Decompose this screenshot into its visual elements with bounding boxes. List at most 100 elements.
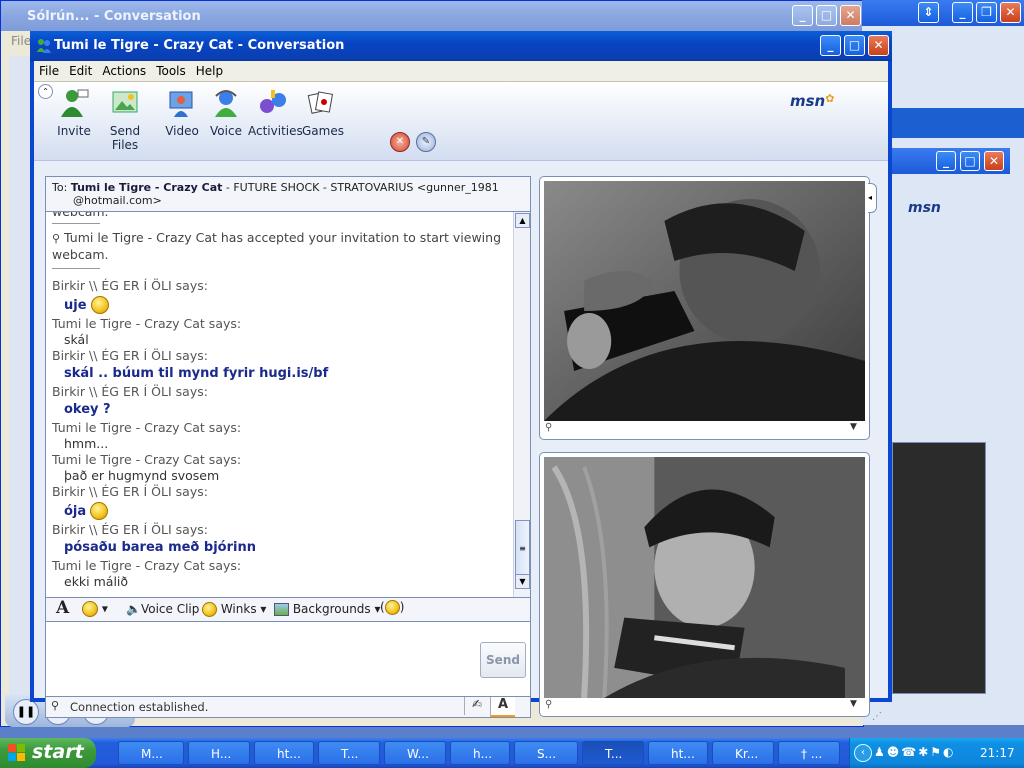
typing-tab[interactable]: A <box>490 697 515 717</box>
video-label: Video <box>165 124 199 138</box>
partial-line: webcam. <box>52 211 109 219</box>
collapse-toolbar-icon[interactable]: ⌃ <box>38 84 53 99</box>
message-text: það er hugmynd svosem <box>64 468 220 483</box>
menu-actions[interactable]: Actions <box>97 61 151 78</box>
speaker-line: Birkir \\ ÉG ER Í ÖLI says: <box>52 384 208 399</box>
winks-icon <box>202 602 217 617</box>
tray-expand-icon[interactable]: ‹ <box>854 744 872 762</box>
invite-icon <box>61 89 89 117</box>
emoticon-icon <box>82 601 98 617</box>
send-files-icon <box>112 91 138 113</box>
vertical-scrollbar[interactable]: ▲ ≡ ▼ <box>513 212 530 621</box>
to-contact-email: @hotmail.com> <box>73 194 162 207</box>
handwriting-tab[interactable]: ✍ <box>464 697 489 715</box>
window-title: Tumi le Tigre - Crazy Cat - Conversation <box>54 38 345 53</box>
nudge-icon <box>384 600 400 615</box>
taskbar-item[interactable]: ht... <box>648 741 708 765</box>
invite-label: Invite <box>57 124 91 138</box>
bg-window-title: Sólrún... - Conversation <box>27 9 201 24</box>
menu-help[interactable]: Help <box>191 61 228 78</box>
taskbar-item[interactable]: H... <box>188 741 250 765</box>
games-icon <box>307 91 334 114</box>
webcam-menu-arrow[interactable]: ▼ <box>850 422 857 432</box>
conversation-window[interactable]: Tumi le Tigre - Crazy Cat - Conversation… <box>30 31 892 722</box>
collapse-side-arrow[interactable]: ◂ <box>868 183 877 213</box>
resize-grip-icon[interactable]: ⋰ <box>872 711 882 722</box>
maximize-button[interactable]: □ <box>844 35 865 56</box>
taskbar-item[interactable]: † ... <box>778 741 840 765</box>
msn-logo-text: msn <box>790 92 826 110</box>
message-text: skál <box>64 332 89 347</box>
conversation-history[interactable]: webcam. ⚲ Tumi le Tigre - Crazy Cat has … <box>45 211 531 622</box>
to-contact-name: Tumi le Tigre - Crazy Cat <box>70 181 223 194</box>
taskbar-item[interactable]: S... <box>514 741 578 765</box>
inner-close[interactable]: ✕ <box>984 151 1004 171</box>
video-icon <box>169 91 193 117</box>
my-webcam: ⚲ ▼ <box>539 452 870 717</box>
message-text: ója <box>64 503 87 519</box>
activities-icon <box>260 90 286 113</box>
message-line: ója <box>52 502 512 520</box>
send-files-button[interactable]: Send Files <box>100 88 150 152</box>
my-webcam-settings-icon[interactable]: ⚲ <box>545 699 552 710</box>
taskbar-item-active[interactable]: T... <box>582 741 644 765</box>
bg-right-minimize[interactable]: _ <box>952 2 973 23</box>
scroll-up-button[interactable]: ▲ <box>515 213 530 228</box>
bg-right-restore[interactable]: ❐ <box>976 2 997 23</box>
block-icon[interactable]: ✕ <box>390 132 410 152</box>
contact-webcam-video <box>544 181 865 421</box>
taskbar-item[interactable]: T... <box>318 741 380 765</box>
close-button[interactable]: ✕ <box>868 35 889 56</box>
message-text: hmm... <box>64 436 109 451</box>
message-input[interactable]: Send <box>45 621 531 697</box>
video-button[interactable]: Video <box>164 88 200 138</box>
system-message-line1: Tumi le Tigre - Crazy Cat has accepted y… <box>64 230 502 245</box>
font-button[interactable]: A <box>56 598 69 618</box>
toolbar: ⌃ Invite Send Files Video Voice Activiti… <box>34 82 888 161</box>
tray-icons[interactable]: ♟☻☎✱⚑◐ <box>874 745 956 759</box>
menu-tools[interactable]: Tools <box>151 61 191 78</box>
activities-button[interactable]: Activities <box>248 88 303 138</box>
taskbar-item[interactable]: ht... <box>254 741 314 765</box>
taskbar-item[interactable]: h... <box>450 741 510 765</box>
inner-maximize[interactable]: □ <box>960 151 980 171</box>
taskbar-item[interactable]: W... <box>384 741 446 765</box>
main-title-bar[interactable]: Tumi le Tigre - Crazy Cat - Conversation… <box>30 31 892 61</box>
voice-label: Voice <box>210 124 242 138</box>
invite-button[interactable]: Invite <box>56 88 92 138</box>
nudge-button[interactable]: () <box>380 600 404 615</box>
voice-button[interactable]: Voice <box>208 88 244 138</box>
backgrounds-button[interactable]: Backgrounds ▾ <box>274 602 381 616</box>
message-text: okey ? <box>64 402 111 417</box>
minimize-button[interactable]: _ <box>820 35 841 56</box>
change-display-icon[interactable]: ✎ <box>416 132 436 152</box>
games-label: Games <box>302 124 344 138</box>
bg-menu-file[interactable]: File <box>11 34 31 48</box>
menu-file[interactable]: File <box>34 61 64 78</box>
scroll-thumb[interactable]: ≡ <box>515 520 530 578</box>
speaker-icon: 🔈 <box>126 602 141 616</box>
my-webcam-menu-arrow[interactable]: ▼ <box>850 699 857 709</box>
maximize-button[interactable]: □ <box>816 5 837 26</box>
inner-minimize[interactable]: _ <box>936 151 956 171</box>
bg-title-bar[interactable]: Sólrún... - Conversation _ □ ✕ <box>1 1 863 31</box>
emoticon-button[interactable]: ▾ <box>82 601 108 617</box>
games-button[interactable]: Games <box>302 88 344 138</box>
pause-icon[interactable]: ❚❚ <box>13 699 39 725</box>
taskbar-item[interactable]: Kr... <box>712 741 774 765</box>
voice-clip-button[interactable]: 🔈Voice Clip <box>126 602 199 616</box>
start-button[interactable]: start <box>0 738 96 768</box>
bg-right-close[interactable]: ✕ <box>1000 2 1021 23</box>
menu-edit[interactable]: Edit <box>64 61 97 78</box>
winks-button[interactable]: Winks ▾ <box>202 602 266 617</box>
bg-right-scroll-button[interactable]: ⇕ <box>918 2 939 23</box>
speaker-line: Tumi le Tigre - Crazy Cat says: <box>52 452 242 467</box>
taskbar-item[interactable]: M... <box>118 741 184 765</box>
scroll-down-button[interactable]: ▼ <box>515 574 530 589</box>
webcam-settings-icon[interactable]: ⚲ <box>545 422 552 433</box>
send-button[interactable]: Send <box>480 642 526 678</box>
close-button[interactable]: ✕ <box>840 5 861 26</box>
backgrounds-label: Backgrounds <box>292 602 371 616</box>
contact-webcam: ⚲ ▼ <box>539 176 870 440</box>
minimize-button[interactable]: _ <box>792 5 813 26</box>
